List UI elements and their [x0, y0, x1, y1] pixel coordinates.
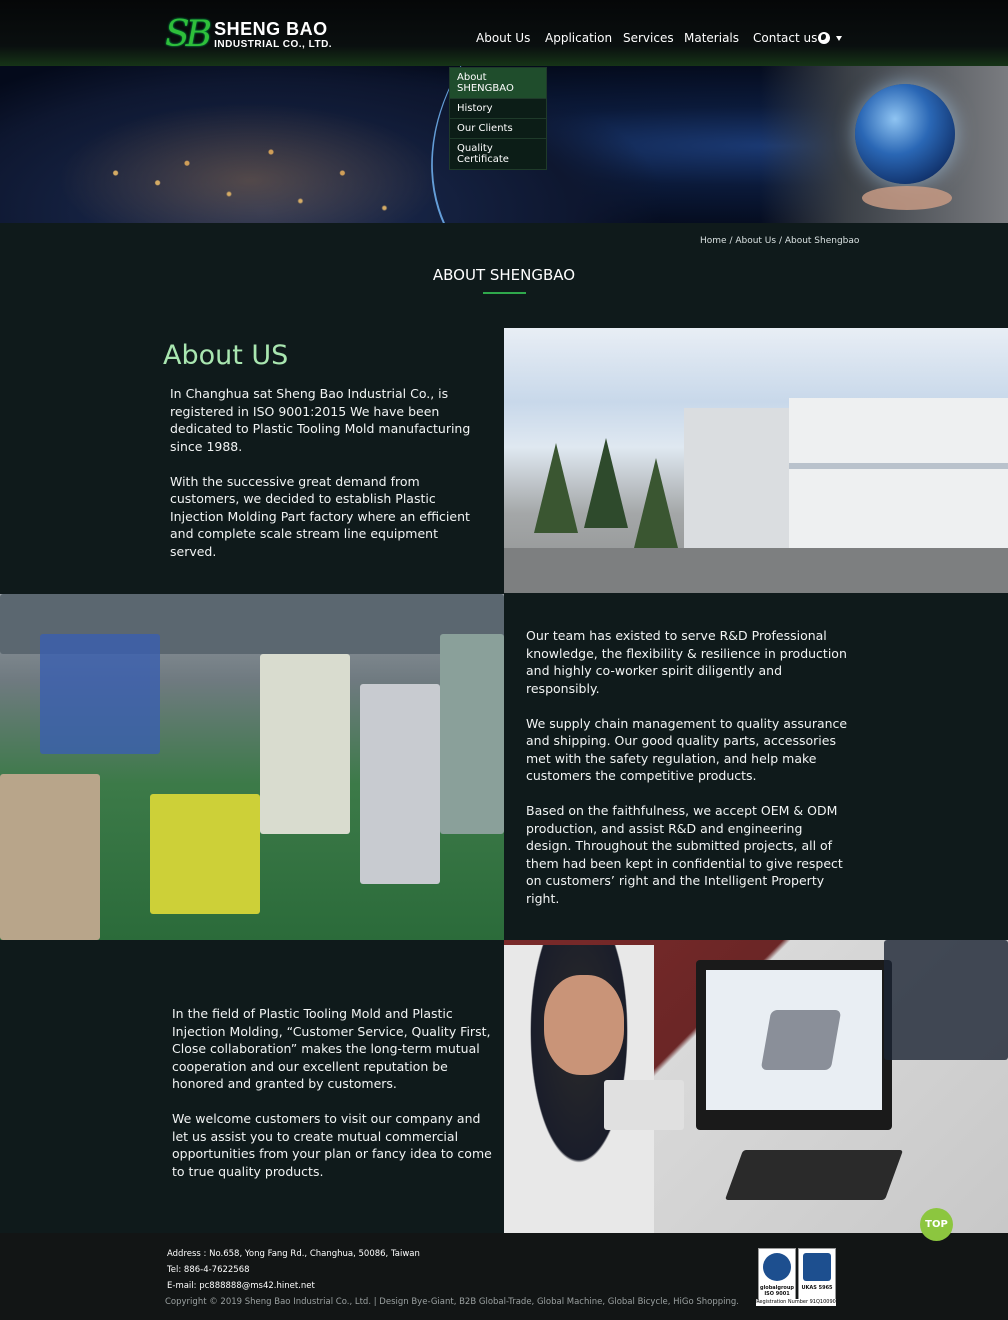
footer-email[interactable]: E-mail: pc888888@ms42.hinet.net	[167, 1281, 315, 1291]
ukas-crown-logo	[803, 1253, 831, 1281]
iso-certificate-badge: globalgroup ISO 9001	[758, 1248, 796, 1302]
footer-copyright: Copyright © 2019 Sheng Bao Industrial Co…	[165, 1297, 739, 1307]
submenu-our-clients[interactable]: Our Clients	[450, 119, 546, 139]
submenu-history[interactable]: History	[450, 99, 546, 119]
factory-building-photo	[504, 328, 1008, 593]
about-text-3: In the field of Plastic Tooling Mold and…	[172, 1005, 494, 1198]
nav-materials[interactable]: Materials	[684, 31, 739, 45]
chevron-down-icon[interactable]	[836, 36, 842, 41]
about-text-1: In Changhua sat Sheng Bao Industrial Co.…	[170, 385, 488, 578]
globe-image	[855, 84, 955, 184]
nav-contact-us[interactable]: Contact us	[753, 31, 817, 45]
engineer-office-photo	[504, 940, 1008, 1233]
title-underline	[483, 292, 526, 294]
page-title: ABOUT SHENGBAO	[432, 266, 576, 284]
paragraph: We supply chain management to quality as…	[526, 715, 848, 784]
nav-about-us[interactable]: About Us	[476, 31, 530, 45]
submenu-about-shengbao[interactable]: About SHENGBAO	[450, 68, 546, 99]
paragraph: With the successive great demand from cu…	[170, 473, 470, 559]
back-to-top-button[interactable]: TOP	[920, 1208, 953, 1241]
registration-number: Registration Number 91Q10090	[756, 1299, 836, 1306]
paragraph: In the field of Plastic Tooling Mold and…	[172, 1006, 491, 1091]
globalgroup-logo	[763, 1253, 791, 1281]
about-heading: About US	[163, 340, 289, 371]
paragraph: We welcome customers to visit our compan…	[172, 1111, 492, 1179]
breadcrumb[interactable]: Home / About Us / About Shengbao	[700, 236, 859, 246]
main-nav: About Us Application Services Materials …	[0, 31, 1008, 47]
nav-application[interactable]: Application	[545, 31, 612, 45]
about-text-2: Our team has existed to serve R&D Profes…	[526, 627, 848, 925]
about-submenu: About SHENGBAO History Our Clients Quali…	[449, 67, 547, 170]
footer-address: Address : No.658, Yong Fang Rd., Changhu…	[167, 1249, 420, 1259]
footer-tel: Tel: 886-4-7622568	[167, 1265, 250, 1275]
paragraph: Our team has existed to serve R&D Profes…	[526, 628, 847, 696]
nav-services[interactable]: Services	[623, 31, 674, 45]
workshop-photo	[0, 594, 504, 940]
ukas-certificate-badge: UKAS 5965	[798, 1248, 836, 1302]
globe-icon[interactable]	[818, 32, 830, 44]
paragraph: Based on the faithfulness, we accept OEM…	[526, 803, 843, 906]
paragraph: In Changhua sat Sheng Bao Industrial Co.…	[170, 386, 471, 454]
submenu-quality-certificate[interactable]: Quality Certificate	[450, 139, 546, 169]
